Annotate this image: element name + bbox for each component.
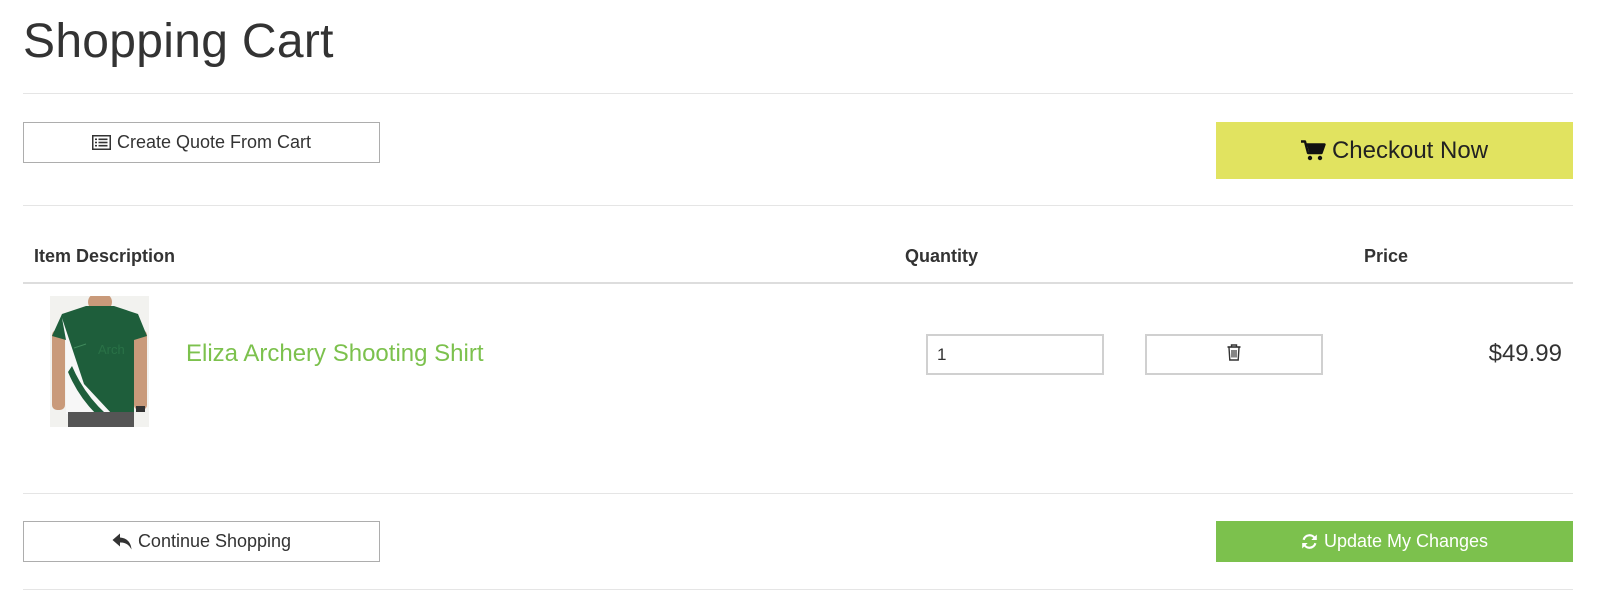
item-price: $49.99 bbox=[1488, 340, 1562, 367]
table-header-divider bbox=[23, 282, 1573, 284]
divider bbox=[23, 205, 1573, 206]
product-thumbnail[interactable]: Arch bbox=[50, 296, 149, 427]
column-header-item: Item Description bbox=[34, 246, 176, 266]
update-changes-button[interactable]: Update My Changes bbox=[1216, 521, 1573, 562]
divider bbox=[23, 493, 1573, 494]
remove-item-button[interactable] bbox=[1145, 334, 1323, 375]
create-quote-label: Create Quote From Cart bbox=[116, 132, 312, 152]
product-name-link[interactable]: Eliza Archery Shooting Shirt bbox=[186, 340, 483, 368]
continue-shopping-button[interactable]: Continue Shopping bbox=[23, 521, 380, 562]
column-header-quantity: Quantity bbox=[905, 246, 979, 266]
quantity-input[interactable] bbox=[926, 334, 1104, 375]
column-header-price: Price bbox=[1364, 246, 1409, 266]
list-alt-icon bbox=[91, 135, 111, 150]
continue-shopping-label: Continue Shopping bbox=[137, 531, 292, 551]
svg-text:Arch: Arch bbox=[98, 342, 125, 357]
trash-icon bbox=[1227, 343, 1241, 366]
cart-icon bbox=[1300, 140, 1326, 161]
checkout-now-button[interactable]: Checkout Now bbox=[1216, 122, 1573, 179]
checkout-now-label: Checkout Now bbox=[1331, 136, 1489, 164]
page-title: Shopping Cart bbox=[23, 15, 334, 68]
create-quote-button[interactable]: Create Quote From Cart bbox=[23, 122, 380, 163]
divider bbox=[23, 93, 1573, 94]
refresh-icon bbox=[1301, 533, 1318, 550]
reply-arrow-icon bbox=[112, 533, 132, 550]
divider bbox=[23, 589, 1573, 590]
update-changes-label: Update My Changes bbox=[1323, 531, 1489, 551]
